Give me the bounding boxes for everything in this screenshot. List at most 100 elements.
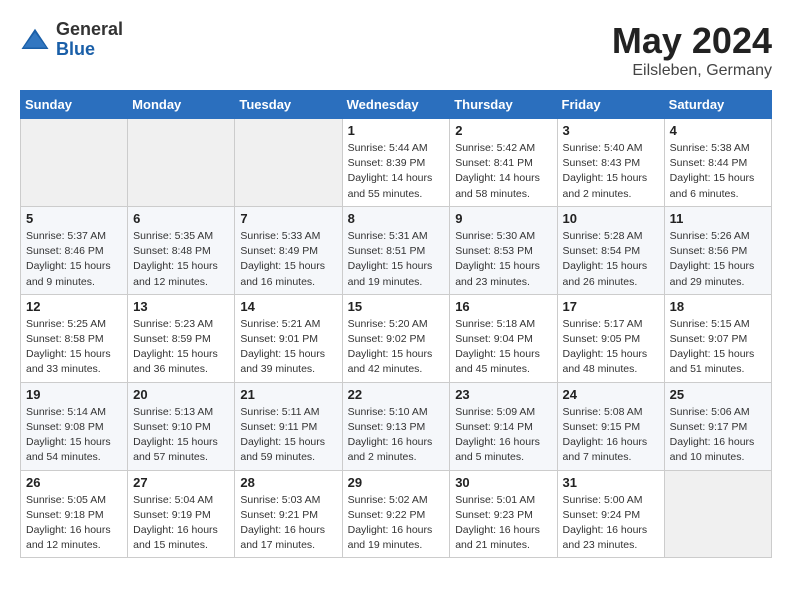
logo-blue-label: Blue bbox=[56, 40, 123, 60]
day-info: Sunrise: 5:44 AM Sunset: 8:39 PM Dayligh… bbox=[348, 141, 445, 202]
day-number: 24 bbox=[563, 387, 659, 402]
day-number: 10 bbox=[563, 211, 659, 226]
day-info: Sunrise: 5:42 AM Sunset: 8:41 PM Dayligh… bbox=[455, 141, 551, 202]
day-number: 11 bbox=[670, 211, 766, 226]
calendar-week-2: 5 Sunrise: 5:37 AM Sunset: 8:46 PM Daylig… bbox=[21, 206, 772, 294]
day-info: Sunrise: 5:10 AM Sunset: 9:13 PM Dayligh… bbox=[348, 405, 445, 466]
calendar-cell: 1 Sunrise: 5:44 AM Sunset: 8:39 PM Daylig… bbox=[342, 119, 450, 207]
calendar-cell: 18 Sunrise: 5:15 AM Sunset: 9:07 PM Dayli… bbox=[664, 294, 771, 382]
calendar-week-3: 12 Sunrise: 5:25 AM Sunset: 8:58 PM Dayli… bbox=[21, 294, 772, 382]
calendar-cell: 11 Sunrise: 5:26 AM Sunset: 8:56 PM Dayli… bbox=[664, 206, 771, 294]
calendar-cell: 3Sunrise: 5:40 AM Sunset: 8:43 PM Daylig… bbox=[557, 119, 664, 207]
day-number: 31 bbox=[563, 475, 659, 490]
day-number: 5 bbox=[26, 211, 122, 226]
weekday-header-row: SundayMondayTuesdayWednesdayThursdayFrid… bbox=[21, 91, 772, 119]
day-info: Sunrise: 5:02 AM Sunset: 9:22 PM Dayligh… bbox=[348, 493, 445, 554]
day-number: 18 bbox=[670, 299, 766, 314]
calendar-cell: 22 Sunrise: 5:10 AM Sunset: 9:13 PM Dayli… bbox=[342, 382, 450, 470]
day-number: 19 bbox=[26, 387, 122, 402]
day-number: 20 bbox=[133, 387, 229, 402]
day-info: Sunrise: 5:38 AM Sunset: 8:44 PM Dayligh… bbox=[670, 141, 766, 202]
day-number: 25 bbox=[670, 387, 766, 402]
calendar-cell bbox=[235, 119, 342, 207]
calendar-cell: 14 Sunrise: 5:21 AM Sunset: 9:01 PM Dayli… bbox=[235, 294, 342, 382]
day-number: 9 bbox=[455, 211, 551, 226]
day-info: Sunrise: 5:25 AM Sunset: 8:58 PM Dayligh… bbox=[26, 317, 122, 378]
day-info: Sunrise: 5:05 AM Sunset: 9:18 PM Dayligh… bbox=[26, 493, 122, 554]
day-number: 14 bbox=[240, 299, 336, 314]
day-number: 3 bbox=[563, 123, 659, 138]
day-info: Sunrise: 5:31 AM Sunset: 8:51 PM Dayligh… bbox=[348, 229, 445, 290]
day-info: Sunrise: 5:01 AM Sunset: 9:23 PM Dayligh… bbox=[455, 493, 551, 554]
logo-general-label: General bbox=[56, 20, 123, 40]
calendar-cell: 2 Sunrise: 5:42 AM Sunset: 8:41 PM Daylig… bbox=[450, 119, 557, 207]
calendar-cell: 29Sunrise: 5:02 AM Sunset: 9:22 PM Dayli… bbox=[342, 470, 450, 558]
logo-icon bbox=[20, 25, 50, 55]
day-info: Sunrise: 5:00 AM Sunset: 9:24 PM Dayligh… bbox=[563, 493, 659, 554]
calendar-cell: 6 Sunrise: 5:35 AM Sunset: 8:48 PM Daylig… bbox=[128, 206, 235, 294]
calendar-cell: 31 Sunrise: 5:00 AM Sunset: 9:24 PM Dayli… bbox=[557, 470, 664, 558]
day-info: Sunrise: 5:06 AM Sunset: 9:17 PM Dayligh… bbox=[670, 405, 766, 466]
day-number: 1 bbox=[348, 123, 445, 138]
day-info: Sunrise: 5:30 AM Sunset: 8:53 PM Dayligh… bbox=[455, 229, 551, 290]
calendar-cell: 4Sunrise: 5:38 AM Sunset: 8:44 PM Daylig… bbox=[664, 119, 771, 207]
calendar-cell: 9 Sunrise: 5:30 AM Sunset: 8:53 PM Daylig… bbox=[450, 206, 557, 294]
calendar-cell bbox=[664, 470, 771, 558]
calendar-cell: 26 Sunrise: 5:05 AM Sunset: 9:18 PM Dayli… bbox=[21, 470, 128, 558]
page-header: General Blue May 2024 Eilsleben, Germany bbox=[20, 20, 772, 80]
calendar-cell: 28Sunrise: 5:03 AM Sunset: 9:21 PM Dayli… bbox=[235, 470, 342, 558]
calendar-location: Eilsleben, Germany bbox=[612, 62, 772, 80]
logo-text: General Blue bbox=[56, 20, 123, 60]
calendar-week-1: 1 Sunrise: 5:44 AM Sunset: 8:39 PM Daylig… bbox=[21, 119, 772, 207]
day-number: 2 bbox=[455, 123, 551, 138]
calendar-cell bbox=[21, 119, 128, 207]
calendar-cell: 17 Sunrise: 5:17 AM Sunset: 9:05 PM Dayli… bbox=[557, 294, 664, 382]
day-info: Sunrise: 5:17 AM Sunset: 9:05 PM Dayligh… bbox=[563, 317, 659, 378]
day-info: Sunrise: 5:03 AM Sunset: 9:21 PM Dayligh… bbox=[240, 493, 336, 554]
title-block: May 2024 Eilsleben, Germany bbox=[612, 20, 772, 80]
day-number: 23 bbox=[455, 387, 551, 402]
day-info: Sunrise: 5:26 AM Sunset: 8:56 PM Dayligh… bbox=[670, 229, 766, 290]
day-info: Sunrise: 5:23 AM Sunset: 8:59 PM Dayligh… bbox=[133, 317, 229, 378]
day-number: 6 bbox=[133, 211, 229, 226]
calendar-cell: 30Sunrise: 5:01 AM Sunset: 9:23 PM Dayli… bbox=[450, 470, 557, 558]
calendar-cell: 20 Sunrise: 5:13 AM Sunset: 9:10 PM Dayli… bbox=[128, 382, 235, 470]
day-info: Sunrise: 5:09 AM Sunset: 9:14 PM Dayligh… bbox=[455, 405, 551, 466]
calendar-cell: 7Sunrise: 5:33 AM Sunset: 8:49 PM Daylig… bbox=[235, 206, 342, 294]
day-info: Sunrise: 5:15 AM Sunset: 9:07 PM Dayligh… bbox=[670, 317, 766, 378]
day-info: Sunrise: 5:37 AM Sunset: 8:46 PM Dayligh… bbox=[26, 229, 122, 290]
day-number: 26 bbox=[26, 475, 122, 490]
calendar-cell: 15Sunrise: 5:20 AM Sunset: 9:02 PM Dayli… bbox=[342, 294, 450, 382]
day-number: 17 bbox=[563, 299, 659, 314]
calendar-cell: 27Sunrise: 5:04 AM Sunset: 9:19 PM Dayli… bbox=[128, 470, 235, 558]
day-number: 8 bbox=[348, 211, 445, 226]
logo: General Blue bbox=[20, 20, 123, 60]
day-info: Sunrise: 5:33 AM Sunset: 8:49 PM Dayligh… bbox=[240, 229, 336, 290]
day-info: Sunrise: 5:21 AM Sunset: 9:01 PM Dayligh… bbox=[240, 317, 336, 378]
day-number: 13 bbox=[133, 299, 229, 314]
weekday-header-tuesday: Tuesday bbox=[235, 91, 342, 119]
calendar-cell: 13 Sunrise: 5:23 AM Sunset: 8:59 PM Dayli… bbox=[128, 294, 235, 382]
day-number: 22 bbox=[348, 387, 445, 402]
calendar-title: May 2024 bbox=[612, 20, 772, 62]
day-number: 12 bbox=[26, 299, 122, 314]
weekday-header-friday: Friday bbox=[557, 91, 664, 119]
day-number: 16 bbox=[455, 299, 551, 314]
day-info: Sunrise: 5:08 AM Sunset: 9:15 PM Dayligh… bbox=[563, 405, 659, 466]
day-number: 21 bbox=[240, 387, 336, 402]
calendar-cell: 12 Sunrise: 5:25 AM Sunset: 8:58 PM Dayli… bbox=[21, 294, 128, 382]
calendar-week-4: 19Sunrise: 5:14 AM Sunset: 9:08 PM Dayli… bbox=[21, 382, 772, 470]
calendar-cell: 21Sunrise: 5:11 AM Sunset: 9:11 PM Dayli… bbox=[235, 382, 342, 470]
day-info: Sunrise: 5:20 AM Sunset: 9:02 PM Dayligh… bbox=[348, 317, 445, 378]
weekday-header-thursday: Thursday bbox=[450, 91, 557, 119]
calendar-cell: 8 Sunrise: 5:31 AM Sunset: 8:51 PM Daylig… bbox=[342, 206, 450, 294]
calendar-cell: 19Sunrise: 5:14 AM Sunset: 9:08 PM Dayli… bbox=[21, 382, 128, 470]
day-info: Sunrise: 5:13 AM Sunset: 9:10 PM Dayligh… bbox=[133, 405, 229, 466]
weekday-header-wednesday: Wednesday bbox=[342, 91, 450, 119]
day-info: Sunrise: 5:35 AM Sunset: 8:48 PM Dayligh… bbox=[133, 229, 229, 290]
day-info: Sunrise: 5:28 AM Sunset: 8:54 PM Dayligh… bbox=[563, 229, 659, 290]
calendar-table: SundayMondayTuesdayWednesdayThursdayFrid… bbox=[20, 90, 772, 558]
calendar-week-5: 26 Sunrise: 5:05 AM Sunset: 9:18 PM Dayli… bbox=[21, 470, 772, 558]
calendar-cell: 16Sunrise: 5:18 AM Sunset: 9:04 PM Dayli… bbox=[450, 294, 557, 382]
weekday-header-sunday: Sunday bbox=[21, 91, 128, 119]
